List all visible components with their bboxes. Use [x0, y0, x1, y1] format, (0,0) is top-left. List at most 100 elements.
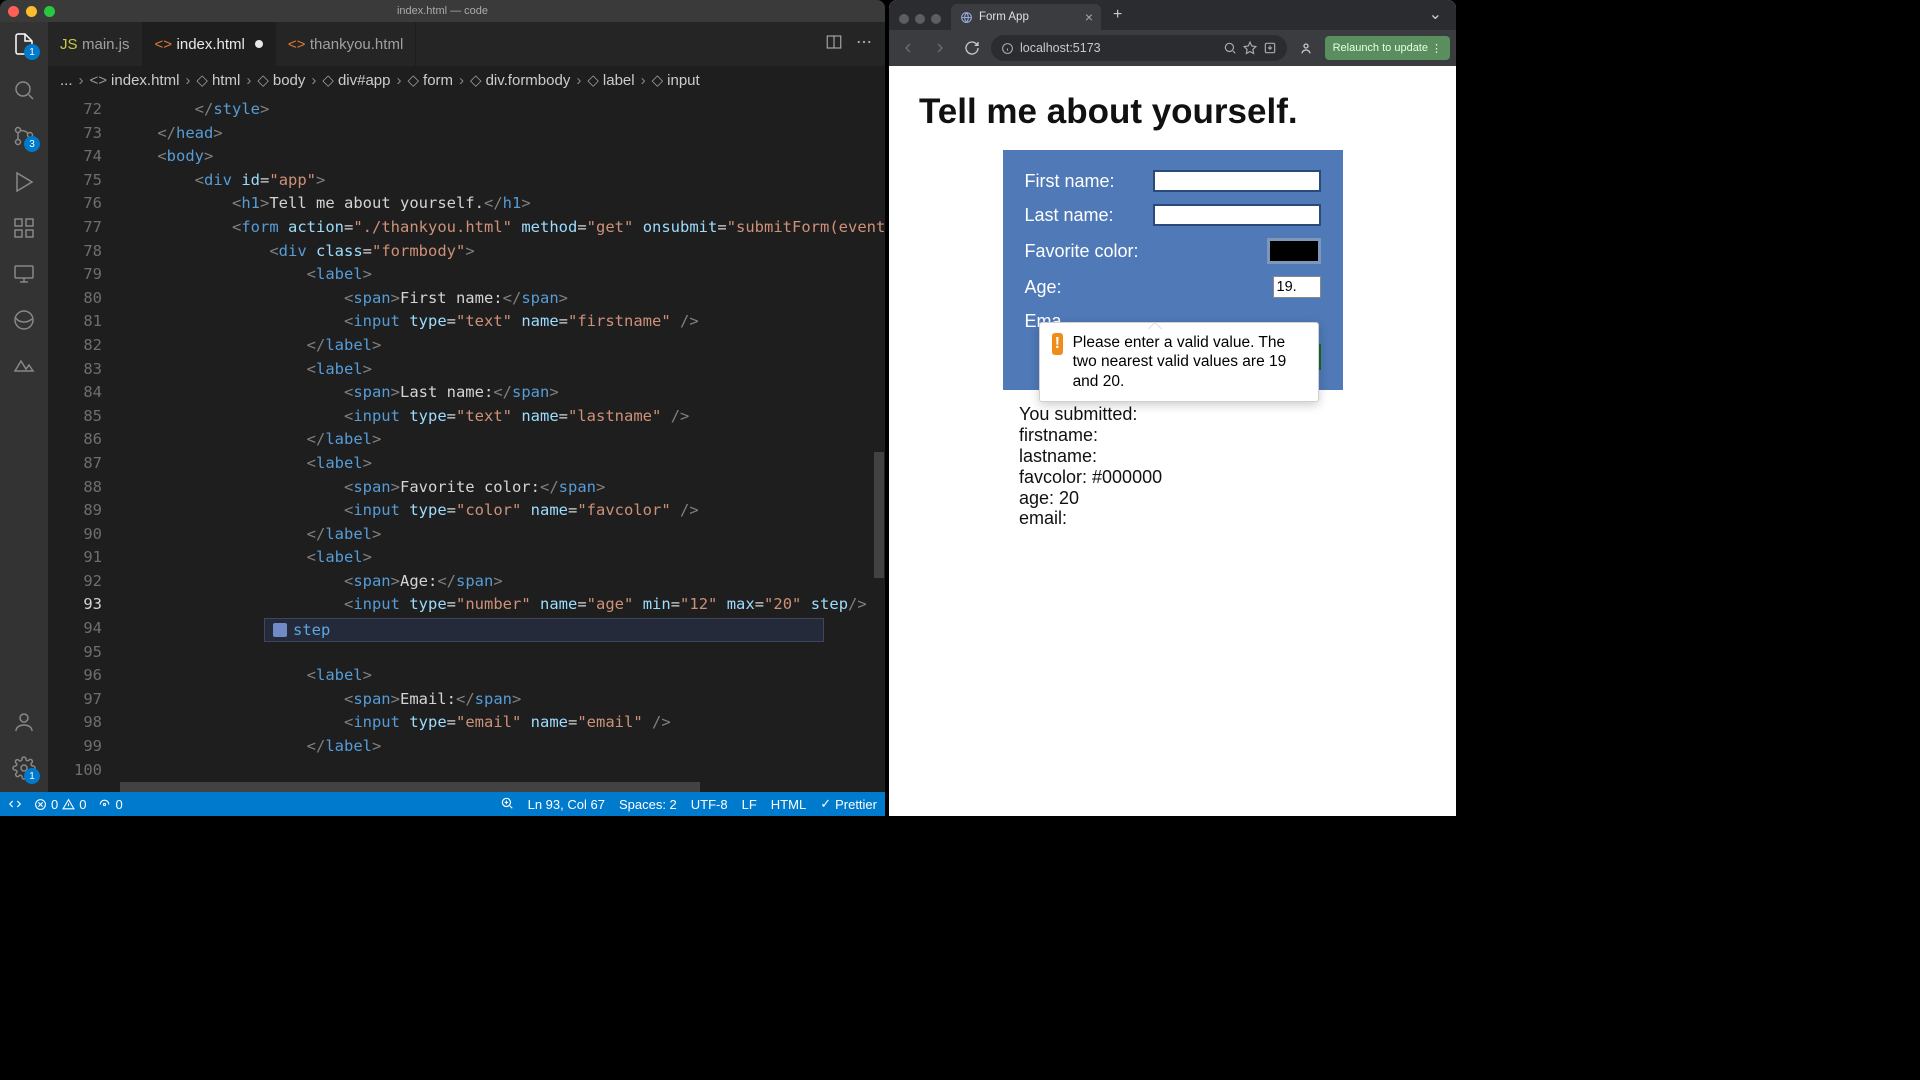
breadcrumb-item[interactable]: ◇form — [407, 71, 453, 89]
submitted-line: age: 20 — [1019, 488, 1426, 509]
new-tab-button[interactable]: + — [1105, 6, 1130, 30]
tab-list-icon[interactable]: ⌄ — [1423, 4, 1448, 30]
warning-icon: ! — [1052, 333, 1063, 355]
bookmark-star-icon[interactable] — [1243, 41, 1257, 55]
suggestion-kind-icon — [273, 623, 287, 637]
submitted-line: email: — [1019, 508, 1426, 529]
zoom-icon[interactable] — [1223, 41, 1237, 55]
prettier-status[interactable]: ✓ Prettier — [820, 796, 877, 812]
url-text: localhost:5173 — [1020, 41, 1101, 55]
horizontal-scrollbar[interactable] — [120, 782, 873, 792]
favicon-icon — [959, 10, 973, 24]
activity-bar: 1 3 — [0, 22, 48, 792]
browser-tab-title: Form App — [979, 11, 1029, 23]
browser-window: Form App × + ⌄ localhost:5173 Relaunch t… — [889, 0, 1456, 816]
age-input[interactable] — [1273, 276, 1321, 298]
page-title: Tell me about yourself. — [919, 92, 1426, 132]
vertical-scrollbar[interactable] — [873, 94, 885, 792]
html-file-icon: <> — [288, 36, 304, 52]
profile-icon[interactable] — [1293, 35, 1319, 61]
remote-indicator[interactable] — [8, 797, 22, 811]
breadcrumb-item[interactable]: ◇body — [257, 71, 305, 89]
reload-button[interactable] — [959, 35, 985, 61]
firstname-label: First name: — [1025, 171, 1153, 192]
status-bar: 0 0 0 Ln 93, Col 67 Spaces: 2 UTF-8 LF H… — [0, 792, 885, 816]
encoding[interactable]: UTF-8 — [691, 797, 728, 812]
explorer-icon[interactable]: 1 — [10, 30, 38, 58]
browser-toolbar: localhost:5173 Relaunch to update⋮ — [889, 30, 1456, 66]
extensions-icon[interactable] — [10, 214, 38, 242]
edge-icon[interactable] — [10, 306, 38, 334]
split-editor-icon[interactable] — [825, 33, 843, 56]
vscode-window: index.html — code 1 3 — [0, 0, 885, 816]
other-ext-icon[interactable] — [10, 352, 38, 380]
breadcrumb-item[interactable]: ◇label — [587, 71, 634, 89]
language-mode[interactable]: HTML — [771, 797, 806, 812]
breadcrumb-item[interactable]: ◇div.formbody — [470, 71, 570, 89]
indentation[interactable]: Spaces: 2 — [619, 797, 677, 812]
close-window-button[interactable] — [8, 6, 19, 17]
firstname-input[interactable] — [1153, 170, 1321, 192]
breadcrumb-item[interactable]: <>index.html — [90, 72, 180, 89]
browser-page: Tell me about yourself. First name: Last… — [889, 66, 1456, 816]
autocomplete-popup[interactable]: step — [264, 618, 824, 642]
breadcrumb-item[interactable]: ◇input — [652, 71, 700, 89]
close-window-button[interactable] — [899, 14, 909, 24]
eol[interactable]: LF — [742, 797, 757, 812]
tab-thankyou-html[interactable]: <> thankyou.html — [276, 22, 416, 66]
browser-tabbar: Form App × + ⌄ — [889, 0, 1456, 30]
scrollbar-thumb[interactable] — [120, 782, 700, 792]
breadcrumb-overflow[interactable]: ... — [60, 72, 73, 89]
favcolor-label: Favorite color: — [1025, 241, 1267, 262]
lastname-input[interactable] — [1153, 204, 1321, 226]
line-number-gutter: 7273747576777879808182838485868788899091… — [48, 94, 120, 782]
submitted-line: firstname: — [1019, 425, 1426, 446]
validation-message: Please enter a valid value. The two near… — [1073, 333, 1306, 391]
relaunch-button[interactable]: Relaunch to update⋮ — [1325, 36, 1450, 60]
breadcrumb-item[interactable]: ◇div#app — [322, 71, 390, 89]
maximize-window-button[interactable] — [44, 6, 55, 17]
source-control-icon[interactable]: 3 — [10, 122, 38, 150]
scrollbar-thumb[interactable] — [874, 452, 884, 578]
minimize-window-button[interactable] — [915, 14, 925, 24]
code-content[interactable]: </style> </head> <body> <div id="app"> <… — [120, 94, 885, 782]
account-icon[interactable] — [10, 708, 38, 736]
run-debug-icon[interactable] — [10, 168, 38, 196]
search-icon[interactable] — [10, 76, 38, 104]
maximize-window-button[interactable] — [931, 14, 941, 24]
minimize-window-button[interactable] — [26, 6, 37, 17]
zoom-icon[interactable] — [500, 796, 514, 813]
install-icon[interactable] — [1263, 41, 1277, 55]
tab-label: thankyou.html — [310, 36, 403, 53]
code-editor[interactable]: 7273747576777879808182838485868788899091… — [48, 94, 885, 792]
mac-titlebar: index.html — code — [0, 0, 885, 22]
submitted-output: You submitted: firstname: lastname: favc… — [1019, 404, 1426, 529]
tab-index-html[interactable]: <> index.html — [143, 22, 276, 66]
cursor-position[interactable]: Ln 93, Col 67 — [528, 797, 605, 812]
breadcrumb-item[interactable]: ◇html — [196, 71, 240, 89]
editor-tabs: JS main.js <> index.html <> thankyou.htm… — [48, 22, 885, 66]
unsaved-indicator — [255, 40, 263, 48]
lastname-label: Last name: — [1025, 205, 1153, 226]
browser-tab[interactable]: Form App × — [951, 4, 1101, 30]
breadcrumbs[interactable]: ... › <>index.html › ◇html › ◇body › ◇di… — [48, 66, 885, 94]
explorer-badge: 1 — [24, 44, 40, 60]
tab-main-js[interactable]: JS main.js — [48, 22, 143, 66]
js-file-icon: JS — [60, 36, 76, 52]
submitted-line: favcolor: #000000 — [1019, 467, 1426, 488]
suggestion-label: step — [293, 621, 330, 639]
favcolor-input[interactable] — [1267, 238, 1321, 264]
submitted-line: lastname: — [1019, 446, 1426, 467]
more-actions-icon[interactable] — [855, 33, 873, 56]
close-tab-icon[interactable]: × — [1085, 9, 1093, 25]
scm-badge: 3 — [24, 136, 40, 152]
site-info-icon[interactable] — [1001, 42, 1014, 55]
forward-button[interactable] — [927, 35, 953, 61]
settings-icon[interactable]: 1 — [10, 754, 38, 782]
address-bar[interactable]: localhost:5173 — [991, 35, 1287, 61]
settings-badge: 1 — [24, 768, 40, 784]
ports-counter[interactable]: 0 — [98, 797, 122, 812]
remote-icon[interactable] — [10, 260, 38, 288]
back-button[interactable] — [895, 35, 921, 61]
problems-counter[interactable]: 0 0 — [34, 797, 86, 812]
